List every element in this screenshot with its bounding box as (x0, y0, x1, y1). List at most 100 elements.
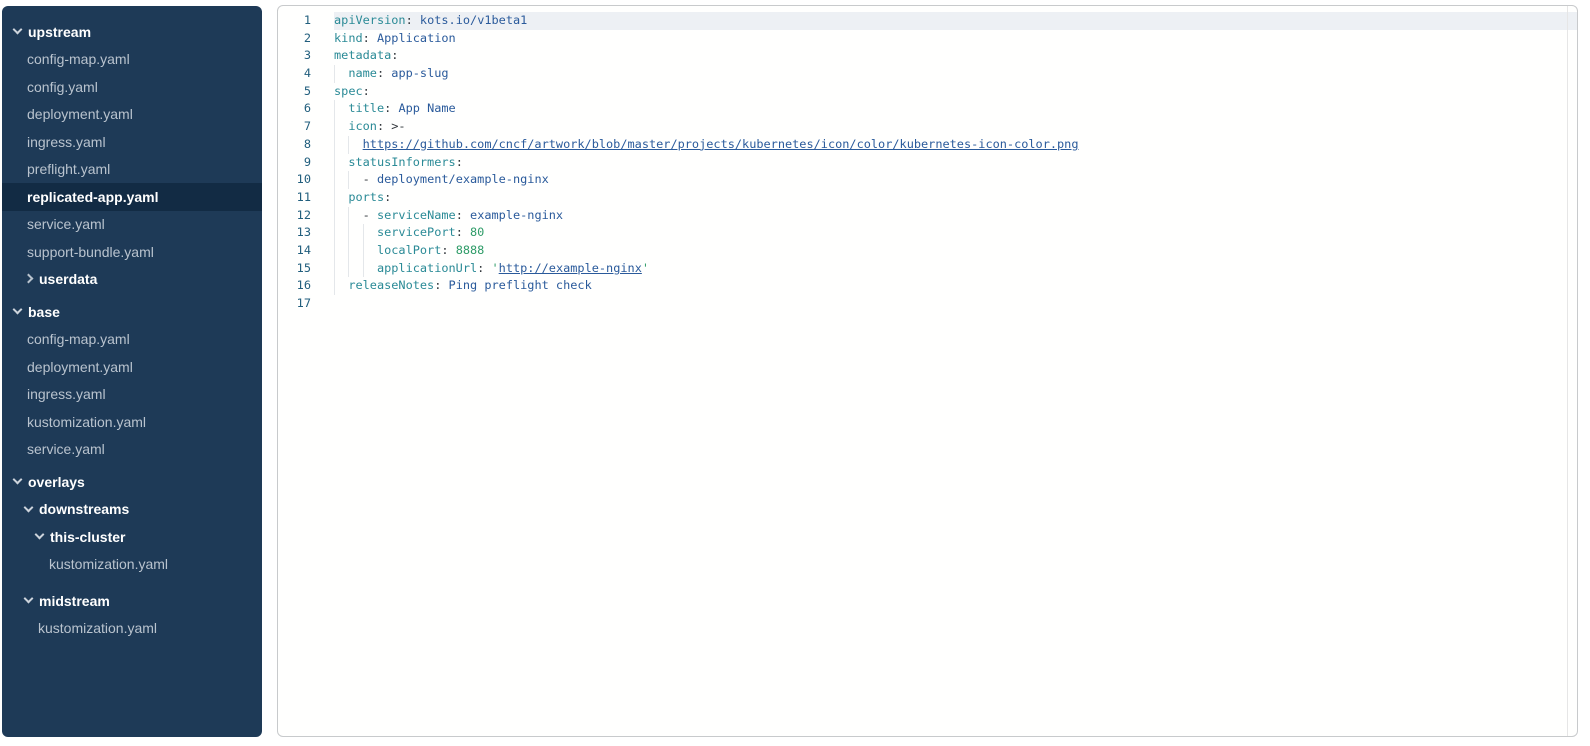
code-token: : (456, 155, 463, 169)
line-number: 9 (278, 154, 334, 172)
code-line-content: kind: Application (334, 30, 1577, 48)
tree-folder-label: midstream (39, 593, 110, 609)
code-token: spec (334, 84, 363, 98)
code-token: localPort (377, 243, 441, 257)
chevron-down-icon (13, 25, 23, 35)
code-line-content: apiVersion: kots.io/v1beta1 (334, 12, 1577, 30)
line-number: 15 (278, 260, 334, 278)
tree-item-deployment-yaml[interactable]: deployment.yaml (2, 101, 262, 129)
code-token: App Name (398, 101, 455, 115)
tree-item-kustomization-yaml[interactable]: kustomization.yaml (2, 551, 262, 579)
code-token: metadata (334, 48, 391, 62)
tree-item-downstreams[interactable]: downstreams (2, 496, 262, 524)
tree-item-userdata[interactable]: userdata (2, 266, 262, 294)
tree-item-config-map-yaml[interactable]: config-map.yaml (2, 46, 262, 74)
line-number: 13 (278, 224, 334, 242)
tree-item-service-yaml[interactable]: service.yaml (2, 211, 262, 239)
code-token: icon (348, 119, 377, 133)
code-token: 80 (470, 225, 484, 239)
code-token: : (434, 278, 448, 292)
code-line: 14localPort: 8888 (278, 242, 1577, 260)
code-line: 13servicePort: 80 (278, 224, 1577, 242)
line-number: 2 (278, 30, 334, 48)
tree-item-overlays[interactable]: overlays (2, 468, 262, 496)
code-token: : (384, 190, 391, 204)
tree-item-preflight-yaml[interactable]: preflight.yaml (2, 156, 262, 184)
code-line-content: https://github.com/cncf/artwork/blob/mas… (334, 136, 1577, 154)
tree-folder-label: downstreams (39, 501, 129, 517)
indent-guide (334, 154, 348, 172)
code-token: Ping preflight check (449, 278, 592, 292)
indent-guide (334, 136, 348, 154)
code-line: 12- serviceName: example-nginx (278, 207, 1577, 225)
code-token: serviceName (377, 208, 456, 222)
url-link[interactable]: http://example-nginx (499, 261, 642, 275)
code-line-content: name: app-slug (334, 65, 1577, 83)
indent-guide (348, 224, 362, 242)
line-number: 7 (278, 118, 334, 136)
tree-item-ingress-yaml[interactable]: ingress.yaml (2, 128, 262, 156)
tree-item-service-yaml[interactable]: service.yaml (2, 436, 262, 464)
indent-guide (334, 207, 348, 225)
tree-file-label: service.yaml (27, 441, 105, 457)
editor-scrollbar[interactable] (1567, 6, 1577, 736)
code-token: ' (492, 261, 499, 275)
code-token: ' (642, 261, 649, 275)
code-line-content: icon: >- (334, 118, 1577, 136)
code-token: - (363, 208, 377, 222)
line-number: 1 (278, 12, 334, 30)
chevron-down-icon (13, 475, 23, 485)
code-line-content: applicationUrl: 'http://example-nginx' (334, 260, 1577, 278)
code-line-content (334, 295, 1577, 313)
code-token: - (363, 172, 377, 186)
tree-item-deployment-yaml[interactable]: deployment.yaml (2, 353, 262, 381)
tree-item-support-bundle-yaml[interactable]: support-bundle.yaml (2, 238, 262, 266)
code-token: : (363, 31, 377, 45)
code-line-content: title: App Name (334, 100, 1577, 118)
code-token: releaseNotes (348, 278, 434, 292)
tree-item-config-yaml[interactable]: config.yaml (2, 73, 262, 101)
code-line: 2kind: Application (278, 30, 1577, 48)
tree-item-ingress-yaml[interactable]: ingress.yaml (2, 381, 262, 409)
indent-guide (334, 260, 348, 278)
tree-file-label: preflight.yaml (27, 161, 110, 177)
chevron-right-icon (24, 273, 34, 283)
line-number: 8 (278, 136, 334, 154)
code-line: 9statusInformers: (278, 154, 1577, 172)
code-editor[interactable]: 1apiVersion: kots.io/v1beta12kind: Appli… (277, 5, 1578, 737)
code-token: applicationUrl (377, 261, 477, 275)
code-line-content: releaseNotes: Ping preflight check (334, 277, 1577, 295)
url-link[interactable]: https://github.com/cncf/artwork/blob/mas… (363, 137, 1079, 151)
tree-folder-label: upstream (28, 24, 91, 40)
code-token: : (477, 261, 491, 275)
tree-item-this-cluster[interactable]: this-cluster (2, 523, 262, 551)
tree-item-kustomization-yaml[interactable]: kustomization.yaml (2, 615, 262, 643)
code-line-content: ports: (334, 189, 1577, 207)
code-token: statusInformers (348, 155, 455, 169)
line-number: 6 (278, 100, 334, 118)
tree-item-config-map-yaml[interactable]: config-map.yaml (2, 326, 262, 354)
line-number: 4 (278, 65, 334, 83)
tree-item-upstream[interactable]: upstream (2, 18, 262, 46)
tree-file-label: support-bundle.yaml (27, 244, 154, 260)
tree-item-kustomization-yaml[interactable]: kustomization.yaml (2, 408, 262, 436)
tree-folder-label: base (28, 304, 60, 320)
indent-guide (348, 260, 362, 278)
code-line: 3metadata: (278, 47, 1577, 65)
tree-file-label: kustomization.yaml (49, 556, 168, 572)
tree-item-midstream[interactable]: midstream (2, 587, 262, 615)
line-number: 10 (278, 171, 334, 189)
tree-item-replicated-app-yaml[interactable]: replicated-app.yaml (2, 183, 262, 211)
code-line-content: - deployment/example-nginx (334, 171, 1577, 189)
code-line: 11ports: (278, 189, 1577, 207)
code-line: 1apiVersion: kots.io/v1beta1 (278, 12, 1577, 30)
code-token: 8888 (456, 243, 485, 257)
code-line-content: statusInformers: (334, 154, 1577, 172)
tree-file-label: deployment.yaml (27, 106, 133, 122)
file-tree-sidebar: upstreamconfig-map.yamlconfig.yamldeploy… (2, 6, 262, 737)
tree-item-base[interactable]: base (2, 298, 262, 326)
code-line: 10- deployment/example-nginx (278, 171, 1577, 189)
code-line-content: spec: (334, 83, 1577, 101)
code-token: servicePort (377, 225, 456, 239)
code-token: kind (334, 31, 363, 45)
